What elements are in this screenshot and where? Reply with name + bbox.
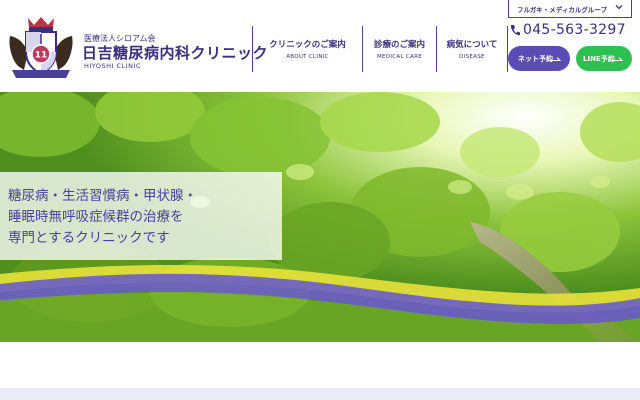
hero-tagline-line: 専門とするクリニックです	[8, 230, 170, 246]
phone-icon	[510, 25, 520, 36]
hero-tagline-line: 睡眠時無呼吸症候群の治療を	[8, 209, 184, 225]
hero-tagline-line: 糖尿病・生活習慣病・甲状腺・	[8, 188, 197, 204]
nav-item-label: クリニックのご案内	[269, 40, 346, 50]
chevron-down-icon	[615, 5, 623, 10]
section-divider-band	[0, 388, 640, 400]
main-nav: クリニックのご案内 ABOUT CLINIC 診療のご案内 MEDICAL CA…	[252, 26, 508, 72]
clinic-logo-emblem[interactable]: 11	[6, 14, 76, 80]
phone-number: 045-563-3297	[523, 22, 626, 38]
nav-item-sub: DISEASE	[459, 54, 485, 60]
group-menu-label: フルガキ・メディカルグループ	[517, 5, 607, 14]
logo-badge-text: 11	[35, 51, 48, 61]
nav-item-medical-care[interactable]: 診療のご案内 MEDICAL CARE	[362, 26, 436, 72]
site-header: 11 医療法人シロアム会 日吉糖尿病内科クリニック HIYOSHI CLINIC…	[0, 0, 640, 92]
net-reserve-button[interactable]: ネット予約	[508, 46, 570, 71]
nav-item-label: 診療のご案内	[373, 40, 425, 50]
net-reserve-label: ネット予約	[518, 54, 553, 63]
nav-item-label: 病気について	[446, 40, 498, 50]
arrow-right-icon	[549, 57, 561, 61]
nav-item-sub: MEDICAL CARE	[377, 54, 422, 60]
arrow-right-icon	[611, 57, 623, 61]
clinic-name[interactable]: 日吉糖尿病内科クリニック	[82, 42, 268, 63]
line-reserve-button[interactable]: LINE予約	[576, 46, 632, 71]
phone-contact[interactable]: 045-563-3297	[510, 22, 626, 38]
hero-tagline-box: 糖尿病・生活習慣病・甲状腺・ 睡眠時無呼吸症候群の治療を 専門とするクリニックで…	[0, 172, 282, 260]
hero-banner: 糖尿病・生活習慣病・甲状腺・ 睡眠時無呼吸症候群の治療を 専門とするクリニックで…	[0, 92, 640, 342]
nav-item-sub: ABOUT CLINIC	[286, 54, 329, 60]
group-menu-dropdown[interactable]: フルガキ・メディカルグループ	[508, 0, 632, 18]
line-reserve-label: LINE予約	[583, 54, 615, 63]
nav-item-disease[interactable]: 病気について DISEASE	[436, 26, 508, 72]
clinic-name-en: HIYOSHI CLINIC	[84, 62, 141, 70]
nav-item-about-clinic[interactable]: クリニックのご案内 ABOUT CLINIC	[252, 26, 362, 72]
